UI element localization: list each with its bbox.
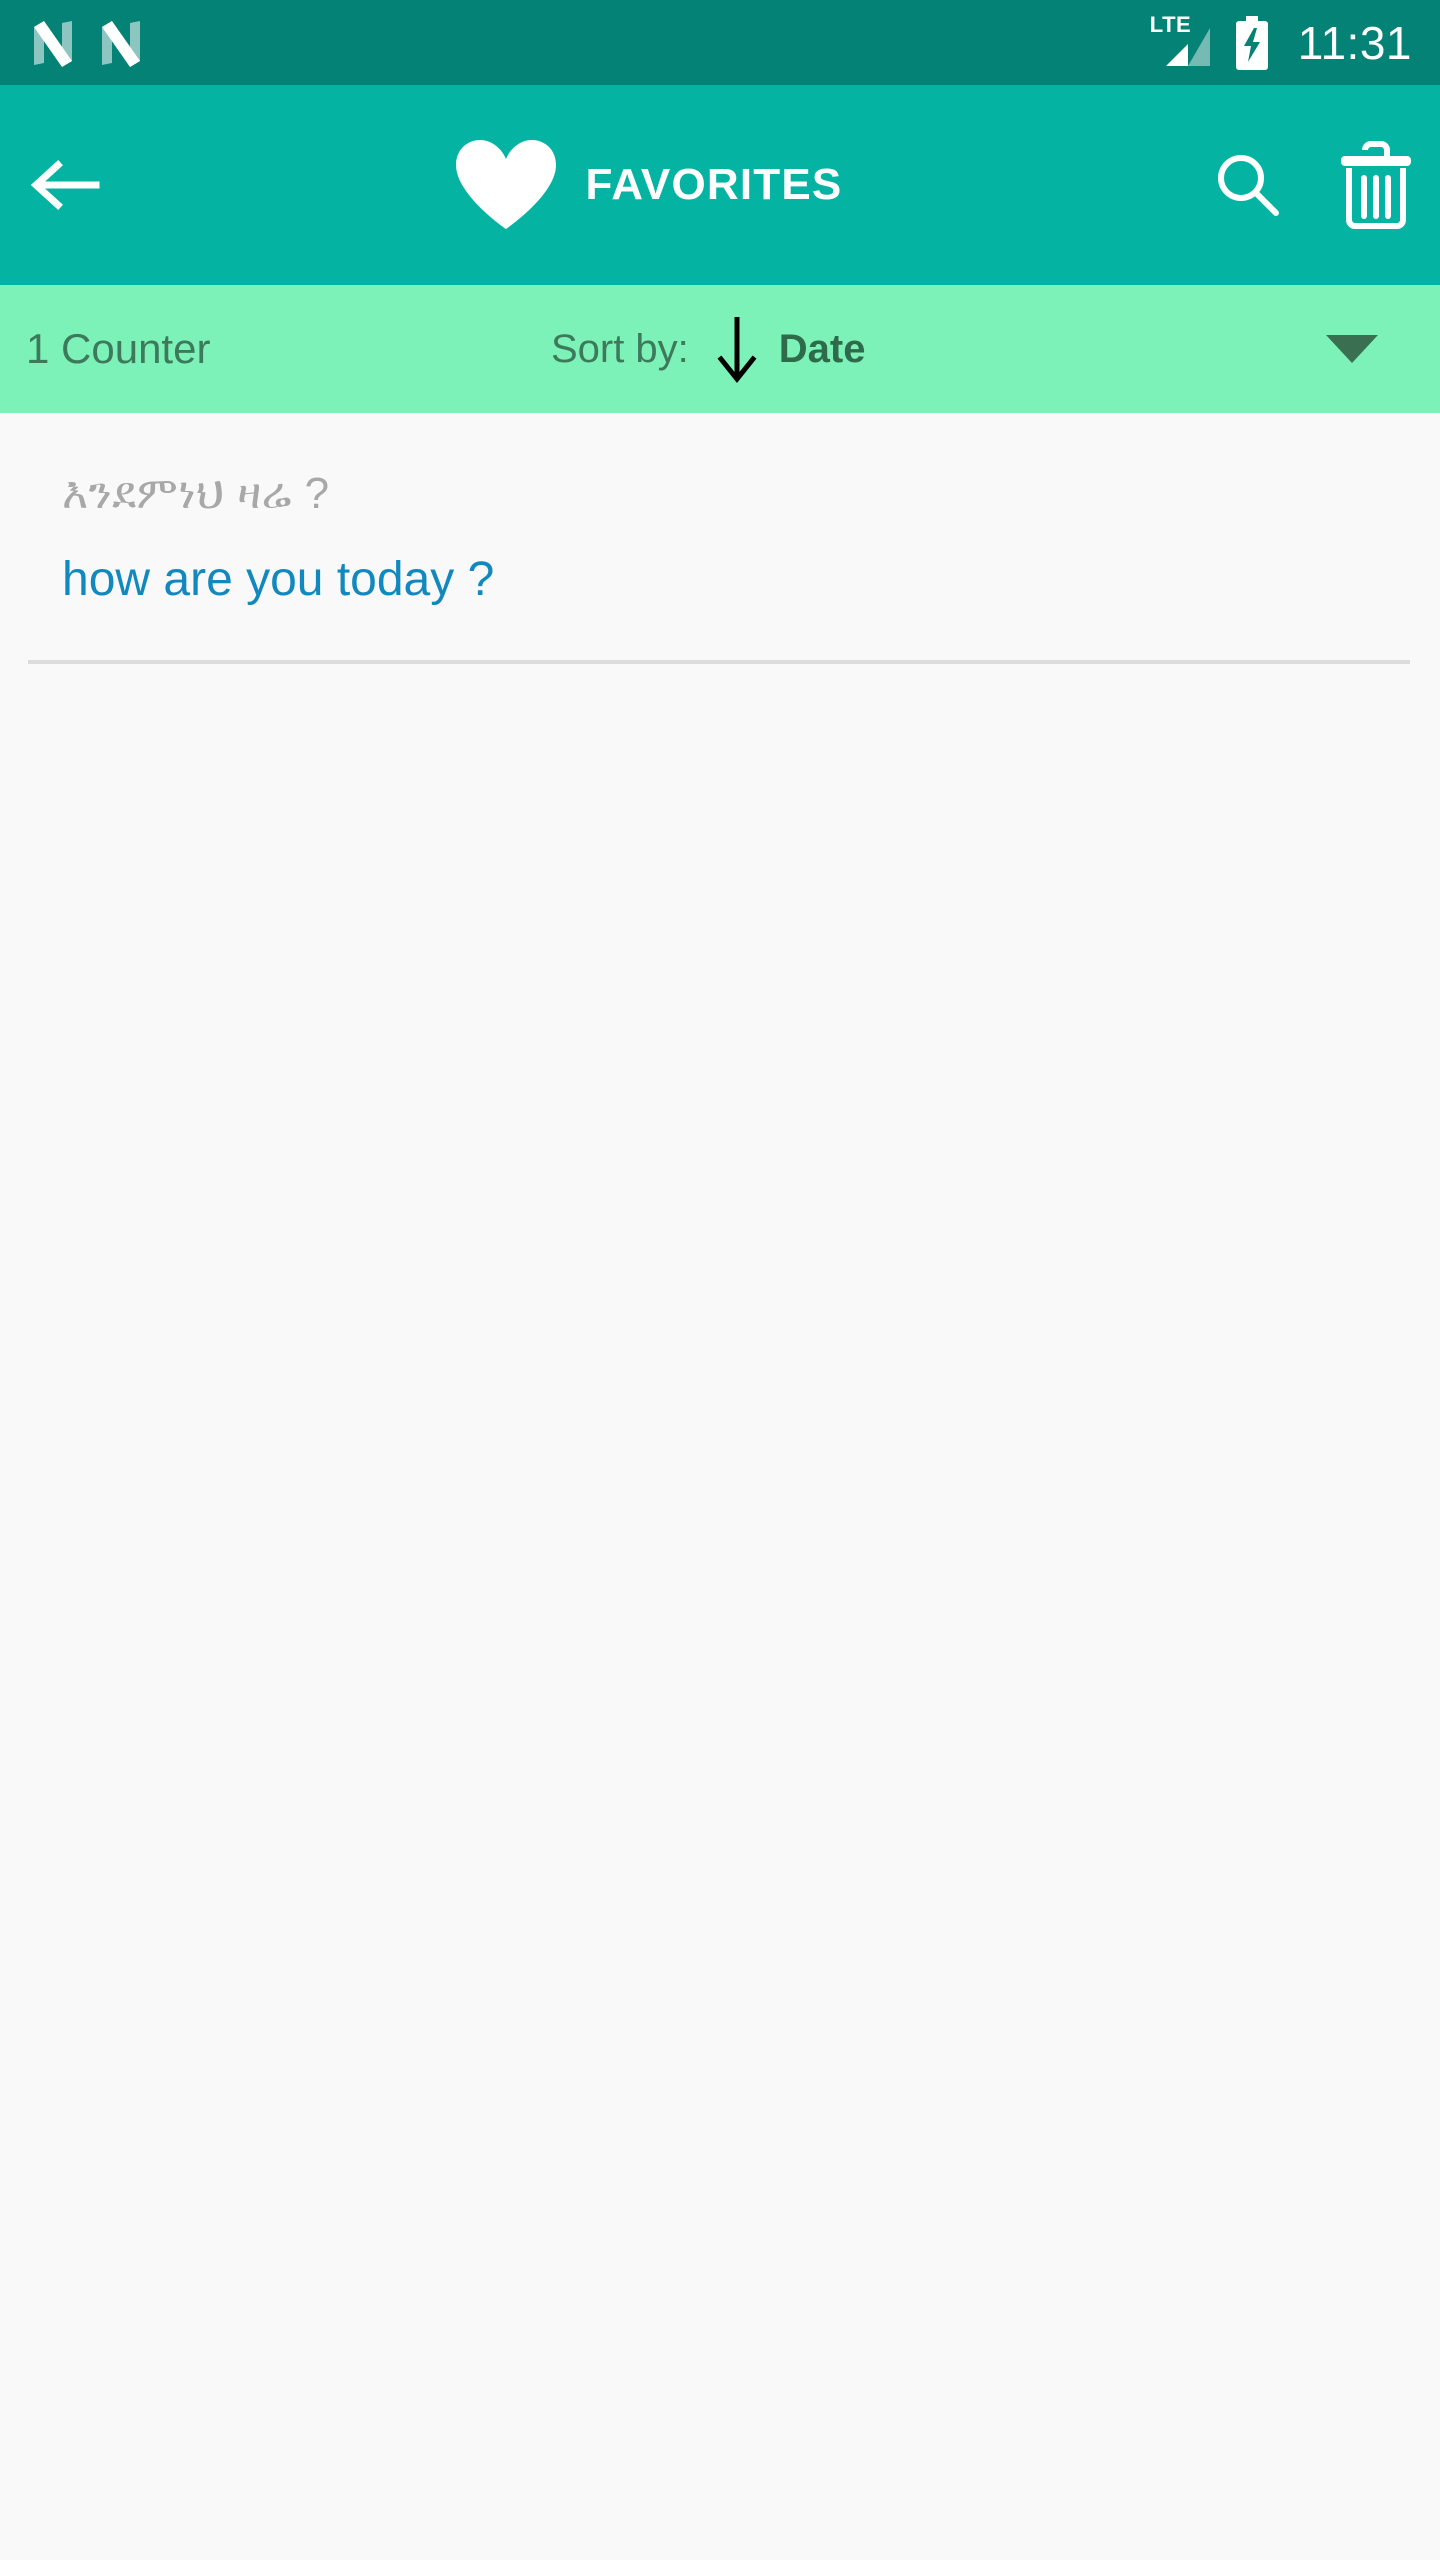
signal-bars-glyph [1165,27,1210,66]
sort-value-label: Date [778,327,866,371]
status-bar-clock: 11:31 [1297,16,1412,69]
favorites-list: እንደምነህ ዛሬ ? how are you today ? [0,413,1440,665]
trash-icon [1341,141,1411,229]
list-item-source-text: እንደምነህ ዛሬ ? [62,469,330,518]
sort-by-label: Sort by: [550,327,689,371]
heart-icon [455,140,556,229]
search-icon [1218,155,1279,216]
battery-charging-glyph [1235,15,1268,70]
battery-charging-icon [1234,15,1270,70]
back-button[interactable] [0,85,130,285]
back-arrow-icon [30,160,100,210]
app-notification-icon [30,17,76,69]
counter-label: 1 Counter [26,325,211,372]
sort-control[interactable]: Sort by: Date [551,313,866,385]
status-bar-notifications [30,17,144,69]
app-notification-icon [98,17,144,69]
sort-dropdown-button[interactable] [1206,335,1440,363]
app-notification-icon-glyph [34,20,72,67]
list-divider [28,660,1410,665]
sort-bar: 1 Counter Sort by: Date [0,285,1440,413]
status-bar: LTE 11:31 [0,0,1440,85]
list-item[interactable]: እንደምነህ ዛሬ ? how are you today ? [0,413,1440,608]
app-screen: LTE 11:31 FAVORITES 1 Counter Sort by: D… [0,0,1440,2560]
status-bar-indicators: LTE 11:31 [1150,13,1412,70]
app-bar-title-group: FAVORITES [130,85,1184,285]
chevron-down-icon [1326,335,1378,363]
arrow-down-icon[interactable] [717,313,757,385]
app-bar: FAVORITES [0,85,1440,285]
page-title: FAVORITES [585,160,843,209]
signal-bars-icon: LTE [1150,13,1212,70]
app-notification-icon-glyph [102,20,140,67]
search-button[interactable] [1184,85,1312,285]
list-item-translation-text: how are you today ? [62,552,495,606]
delete-button[interactable] [1312,85,1440,285]
